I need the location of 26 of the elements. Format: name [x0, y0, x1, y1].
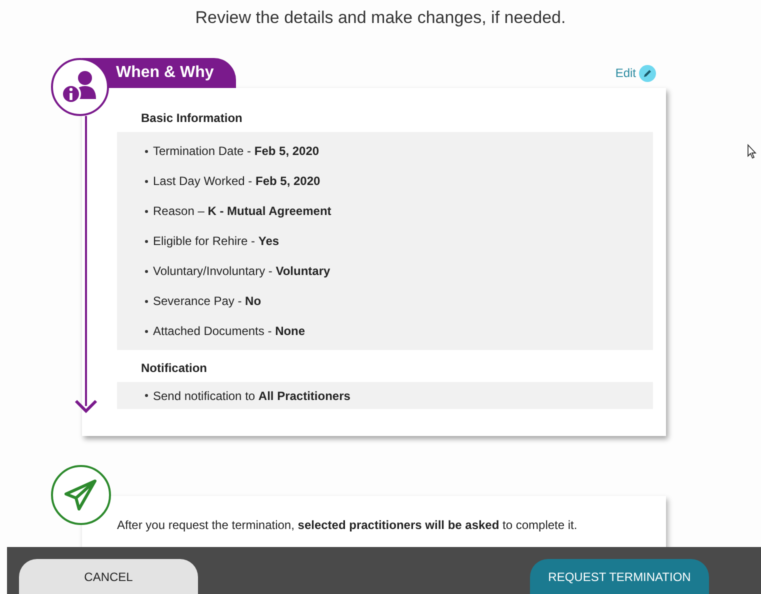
detail-item: Last Day Worked - Feb 5, 2020	[153, 174, 320, 188]
paper-plane-icon	[64, 479, 98, 511]
cursor-icon	[747, 144, 757, 159]
detail-item: Severance Pay - No	[153, 294, 262, 308]
detail-item: Eligible for Rehire - Yes	[153, 234, 280, 248]
bullet-icon	[145, 330, 148, 332]
edit-link[interactable]: Edit	[615, 64, 656, 82]
cancel-button[interactable]: CANCEL	[19, 559, 198, 594]
bullet-icon	[145, 300, 148, 302]
bullet-icon	[145, 180, 148, 182]
bullet-icon	[145, 210, 148, 212]
detail-item: Reason – K - Mutual Agreement	[153, 204, 332, 218]
pencil-icon	[639, 64, 656, 82]
detail-item: Attached Documents - None	[153, 324, 306, 338]
detail-item: Voluntary/Involuntary - Voluntary	[153, 264, 330, 278]
group-heading: Notification	[140, 360, 208, 376]
group-heading: Basic Information	[140, 110, 244, 126]
detail-item: Send notification to All Practitioners	[153, 388, 350, 402]
request-termination-button[interactable]: REQUEST TERMINATION	[530, 559, 709, 594]
bullet-icon	[145, 270, 148, 272]
bullet-icon	[145, 394, 148, 397]
page-subtitle: Review the details and make changes, if needed.	[194, 8, 567, 28]
bullet-icon	[145, 150, 148, 152]
bullet-icon	[145, 240, 148, 242]
detail-item: Termination Date - Feb 5, 2020	[153, 144, 320, 158]
notice-text: After you request the termination, selected practitioners will be asked to complete it.	[117, 518, 578, 532]
